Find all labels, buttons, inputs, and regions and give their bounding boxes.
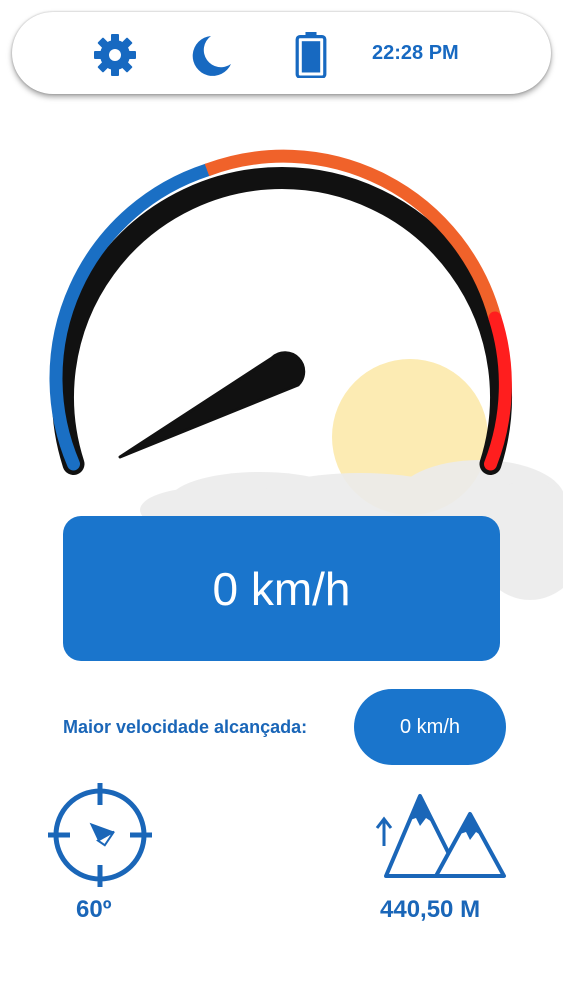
current-speed-value: 0 km/h <box>212 562 351 615</box>
battery-icon[interactable] <box>288 32 334 78</box>
gauge-needle <box>118 351 306 459</box>
altitude-value: 440,50 M <box>380 896 481 923</box>
gauge-arc-outline <box>52 167 512 475</box>
sun-decoration <box>332 359 488 515</box>
max-speed-value: 0 km/h <box>399 715 461 738</box>
mountain-icon <box>375 794 506 878</box>
current-speed-display: 0 km/h <box>63 516 500 661</box>
clock-time: 22:28 PM <box>372 42 459 64</box>
gear-icon[interactable] <box>92 32 138 78</box>
top-status-bar: 22:28 PM <box>12 12 551 94</box>
gauge-arc-orange <box>204 149 502 320</box>
max-speed-label: Maior velocidade alcançada: <box>63 717 308 737</box>
compass-heading: 60º <box>76 896 112 923</box>
gauge-arc-red <box>484 311 512 471</box>
compass-icon <box>48 783 152 887</box>
moon-icon[interactable] <box>187 32 233 78</box>
gauge-arc-blue <box>49 163 214 471</box>
max-speed-button[interactable]: 0 km/h <box>354 689 506 765</box>
